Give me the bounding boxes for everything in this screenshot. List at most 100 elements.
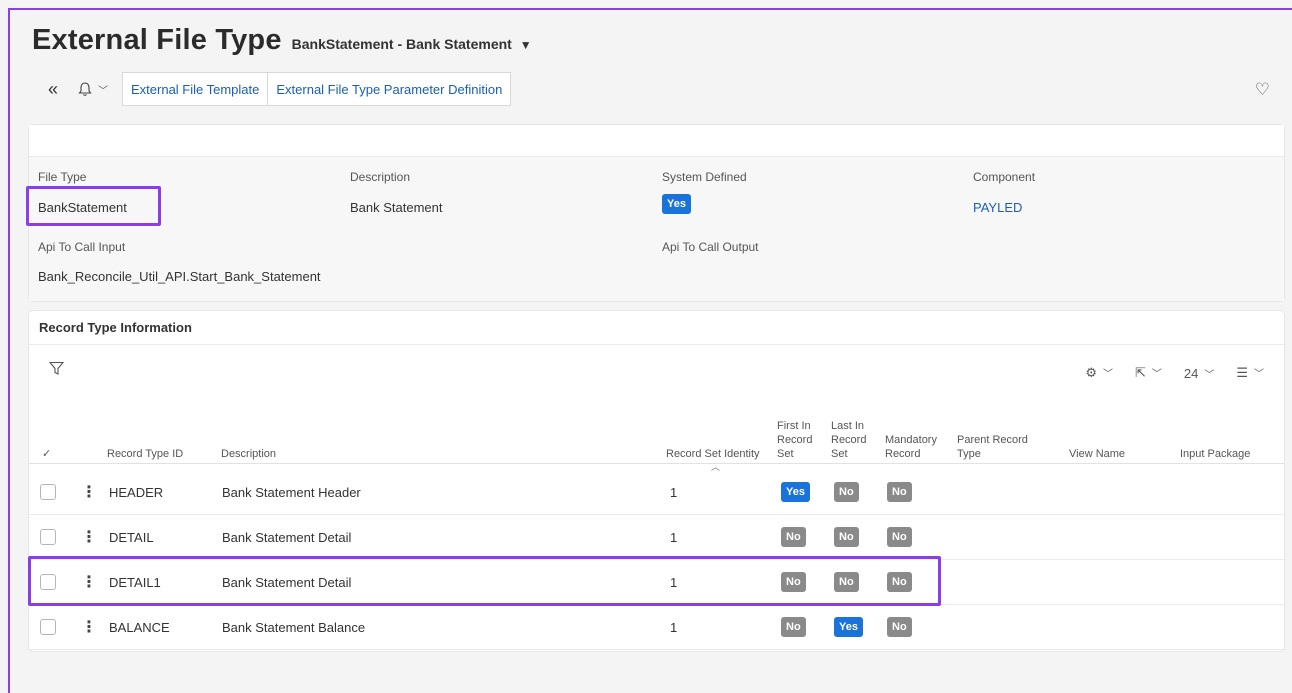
row-checkbox[interactable] [40, 619, 56, 635]
chevron-down-icon: ﹀ [98, 85, 108, 97]
page-size-menu[interactable]: 24 ﹀ [1184, 366, 1214, 381]
col-last-line1: Last In [831, 420, 865, 432]
col-parent-line1: Parent Record [957, 434, 1028, 446]
last-in-set-badge: No [834, 572, 859, 592]
export-icon: ⇱ [1134, 365, 1146, 380]
page-title-main: External File Type [32, 24, 282, 56]
page-title: External File Type BankStatement - Bank … [32, 24, 532, 57]
chevron-down-icon: ﹀ [1151, 369, 1162, 380]
header-card-body: File Type BankStatement Description Bank… [29, 157, 1284, 301]
tab-external-file-type-parameter-definition[interactable]: External File Type Parameter Definition [268, 72, 512, 106]
chevron-down-icon: ﹀ [1204, 369, 1215, 381]
col-description[interactable]: Description [221, 447, 276, 461]
component-link[interactable]: PAYLED [973, 200, 1022, 215]
record-selector-label: BankStatement - Bank Statement [291, 36, 512, 52]
table-row[interactable]: ⋮ BALANCE Bank Statement Balance 1 No Ye… [29, 606, 1284, 650]
chevron-down-icon: ﹀ [1102, 369, 1113, 380]
record-type-card: Record Type Information ⚙ ﹀ ⇱ ﹀ 24 ﹀ ☰ ﹀ ✓ R… [29, 311, 1284, 651]
collapse-left-icon[interactable]: « [38, 79, 68, 100]
first-in-set-badge: No [781, 617, 806, 637]
record-set-identity: 1 [670, 620, 678, 635]
record-type-id: DETAIL1 [109, 575, 161, 590]
row-checkbox[interactable] [40, 529, 56, 545]
col-parent-line2: Type [957, 448, 981, 460]
col-record-set-identity[interactable]: Record Set Identity [666, 447, 760, 461]
system-defined-label: System Defined [662, 170, 747, 184]
first-in-set-badge: No [781, 527, 806, 547]
record-description: Bank Statement Detail [222, 530, 352, 545]
record-type-id: DETAIL [109, 530, 154, 545]
col-last-line2: Record [831, 434, 867, 446]
table-row[interactable]: ⋮ HEADER Bank Statement Header 1 Yes No … [29, 471, 1284, 515]
select-all-check-icon[interactable]: ✓ [42, 447, 51, 461]
record-type-id: BALANCE [109, 620, 170, 635]
record-set-identity: 1 [670, 530, 678, 545]
notifications-menu[interactable]: ﹀ [78, 81, 108, 97]
last-in-set-badge: No [834, 527, 859, 547]
mandatory-badge: No [887, 572, 912, 592]
file-type-label: File Type [38, 170, 87, 184]
api-input-label: Api To Call Input [38, 240, 126, 254]
row-menu-icon[interactable]: ⋮ [81, 482, 97, 502]
col-mandatory-record[interactable]: Mandatory Record [885, 433, 937, 461]
col-first-line2: Record [777, 434, 813, 446]
system-defined-badge: Yes [662, 194, 691, 214]
header-card-strip [29, 125, 1284, 157]
chevron-down-icon: ﹀ [1254, 369, 1264, 380]
table-row[interactable]: ⋮ DETAIL Bank Statement Detail 1 No No N… [29, 516, 1284, 560]
row-checkbox[interactable] [40, 574, 56, 590]
mandatory-badge: No [887, 527, 912, 547]
table-toolbar: ⚙ ﹀ ⇱ ﹀ 24 ﹀ ☰ ﹀ [29, 361, 1284, 401]
favorite-heart-icon[interactable]: ♡ [1255, 80, 1270, 100]
settings-menu[interactable]: ⚙ ﹀ [1085, 365, 1113, 381]
last-in-set-badge: Yes [834, 617, 863, 637]
record-description: Bank Statement Balance [222, 620, 366, 635]
api-input-value: Bank_Reconcile_Util_API.Start_Bank_State… [38, 269, 321, 284]
record-description: Bank Statement Header [222, 485, 361, 500]
first-in-set-badge: Yes [781, 482, 810, 502]
row-menu-icon[interactable]: ⋮ [81, 527, 97, 547]
record-selector[interactable]: BankStatement - Bank Statement ▼ [292, 36, 532, 52]
col-first-line3: Set [777, 448, 794, 460]
col-last-in-record-set[interactable]: Last In Record Set [831, 419, 866, 461]
list-density-icon: ☰ [1236, 365, 1248, 380]
mandatory-badge: No [887, 482, 912, 502]
description-value: Bank Statement [350, 200, 443, 215]
first-in-set-badge: No [781, 572, 806, 592]
col-first-in-record-set[interactable]: First In Record Set [777, 419, 812, 461]
record-set-identity: 1 [670, 485, 678, 500]
col-mandatory-line1: Mandatory [885, 434, 937, 446]
description-label: Description [350, 170, 411, 184]
tab-external-file-template[interactable]: External File Template [122, 72, 269, 106]
filter-icon[interactable] [48, 361, 65, 381]
gear-icon: ⚙ [1085, 365, 1097, 380]
last-in-set-badge: No [834, 482, 859, 502]
mandatory-badge: No [887, 617, 912, 637]
caret-down-icon[interactable]: ▼ [520, 38, 532, 52]
col-view-name[interactable]: View Name [1069, 447, 1125, 461]
row-menu-icon[interactable]: ⋮ [81, 617, 97, 637]
bell-icon [78, 81, 92, 96]
file-type-value: BankStatement [38, 200, 127, 215]
record-set-identity: 1 [670, 575, 678, 590]
record-type-id: HEADER [109, 485, 164, 500]
col-mandatory-line2: Record [885, 448, 921, 460]
density-menu[interactable]: ☰ ﹀ [1236, 365, 1264, 381]
record-type-title: Record Type Information [29, 311, 1284, 345]
col-record-type-id[interactable]: Record Type ID [107, 447, 183, 461]
row-menu-icon[interactable]: ⋮ [81, 572, 97, 592]
component-label: Component [973, 170, 1036, 184]
page-size-value: 24 [1183, 365, 1199, 381]
col-first-line1: First In [777, 420, 811, 432]
export-menu[interactable]: ⇱ ﹀ [1135, 365, 1162, 381]
row-checkbox[interactable] [40, 484, 56, 500]
header-card: File Type BankStatement Description Bank… [29, 125, 1284, 301]
toolbar: « ﹀ External File Template External File… [38, 72, 512, 106]
table-header: ✓ Record Type ID Description Record Set … [29, 406, 1284, 472]
api-output-label: Api To Call Output [662, 240, 759, 254]
table-row[interactable]: ⋮ DETAIL1 Bank Statement Detail 1 No No … [29, 561, 1284, 605]
col-input-package[interactable]: Input Package [1180, 447, 1250, 461]
record-description: Bank Statement Detail [222, 575, 352, 590]
col-parent-record-type[interactable]: Parent Record Type [957, 433, 1028, 461]
col-last-line3: Set [831, 448, 848, 460]
